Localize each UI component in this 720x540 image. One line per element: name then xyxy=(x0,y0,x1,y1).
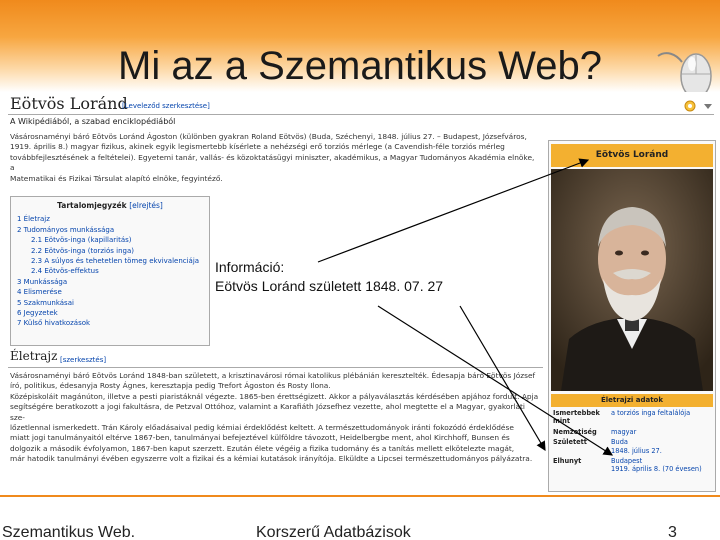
section-line: már hatodik tanulmányi évében egyszerre … xyxy=(10,454,533,464)
section-line: dolgozik a második évfolyamon, 1867-ben … xyxy=(10,443,515,453)
callout-body: Eötvös Loránd született 1848. 07. 27 xyxy=(215,278,444,294)
intro-paragraph: Vásárosnaményi báró Eötvös Loránd Ágosto… xyxy=(10,132,540,184)
infobox: Eötvös Loránd Életrajzi adatok Ismertebb… xyxy=(548,140,716,492)
section-heading: Életrajz xyxy=(10,349,58,363)
section-line: segítségére beratkozott a jogi fakultásr… xyxy=(10,402,525,422)
infobox-key: Nemzetiség xyxy=(553,427,597,436)
section-line: Középiskoláit magánúton, illetve a pesti… xyxy=(10,391,539,401)
infobox-value[interactable]: Budapest 1919. április 8. (70 évesen) xyxy=(611,457,713,476)
footer-left-text: Szemantikus Web. xyxy=(2,524,136,540)
article-title: Eötvös Loránd xyxy=(10,94,128,113)
toc-item[interactable]: 6 Jegyzetek xyxy=(17,308,203,318)
intro-line: továbbfejlesztésének a feltételei). Egye… xyxy=(10,152,535,173)
infobox-key: Ismertebbek mint xyxy=(553,409,600,426)
footer-center-text: Korszerű Adatbázisok xyxy=(256,524,411,540)
infobox-value[interactable]: a torziós inga feltalálója xyxy=(611,409,713,428)
title-divider xyxy=(8,114,714,115)
toc-title: Tartalomjegyzék xyxy=(57,201,127,210)
table-of-contents: Tartalomjegyzék [elrejtés] 1 Életrajz 2 … xyxy=(10,196,210,346)
footer-divider xyxy=(0,495,720,497)
intro-line: Matematikai és Fizikai Társulat alapító … xyxy=(10,173,223,183)
toc-item[interactable]: 7 Külső hivatkozások xyxy=(17,318,203,328)
section-line: író, politikus, édesanyja Rosty Ágnes, k… xyxy=(10,381,331,391)
page-tools-icon[interactable] xyxy=(680,98,716,112)
section-edit-link[interactable]: [szerkesztés] xyxy=(60,356,106,364)
toc-item[interactable]: 4 Elismerése xyxy=(17,287,203,297)
source-line: A Wikipédiából, a szabad enciklopédiából xyxy=(10,117,176,126)
infobox-value[interactable]: Buda 1848. július 27. xyxy=(611,438,713,457)
toc-item[interactable]: 2.1 Eötvös-inga (kapillaritás) xyxy=(17,235,203,245)
infobox-row: Ismertebbek mint a torziós inga feltalál… xyxy=(553,409,713,428)
slide-title: Mi az a Szemantikus Web? xyxy=(118,44,602,88)
toc-item[interactable]: 2.2 Eötvös-inga (torziós inga) xyxy=(17,246,203,256)
slide-number: 3 xyxy=(668,524,677,540)
infobox-row: Elhunyt Budapest 1919. április 8. (70 év… xyxy=(553,457,713,476)
toc-item[interactable]: 2.3 A súlyos és tehetetlen tömeg ekvival… xyxy=(17,256,203,266)
toc-toggle-link[interactable]: [elrejtés] xyxy=(129,201,163,210)
section-line: Vásárosnaményi báró Eötvös Loránd 1848-b… xyxy=(10,371,536,380)
infobox-section-title: Életrajzi adatok xyxy=(551,394,713,407)
toc-item[interactable]: 2.4 Eötvös-effektus xyxy=(17,266,203,276)
section-line: miatt jogi tanulmányaitól eltérve 1867-b… xyxy=(10,433,510,443)
infobox-value[interactable]: magyar xyxy=(611,428,713,438)
portrait-photo xyxy=(551,169,713,391)
section-line: lőzetlennal ismerkedett. Trán Károly elő… xyxy=(10,423,514,433)
infobox-title: Eötvös Loránd xyxy=(551,144,713,167)
infobox-table: Ismertebbek mint a torziós inga feltalál… xyxy=(553,409,713,476)
section-paragraph: Vásárosnaményi báró Eötvös Loránd 1848-b… xyxy=(10,371,540,465)
infobox-row: Született Buda 1848. július 27. xyxy=(553,438,713,457)
callout-label: Információ: xyxy=(215,259,285,275)
intro-line: Vásárosnaményi báró Eötvös Loránd Ágosto… xyxy=(10,132,527,141)
intro-line: 1919. április 8.) magyar fizikus, akinek… xyxy=(10,142,505,152)
toc-item[interactable]: 1 Életrajz xyxy=(17,214,203,224)
infobox-key: Elhunyt xyxy=(553,457,582,466)
toc-item[interactable]: 2 Tudományos munkássága xyxy=(17,225,203,235)
section-divider xyxy=(8,367,543,368)
toc-item[interactable]: 3 Munkássága xyxy=(17,277,203,287)
callout-text: Információ: Eötvös Loránd született 1848… xyxy=(215,258,443,296)
toc-header: Tartalomjegyzék [elrejtés] xyxy=(17,201,203,211)
infobox-row: Nemzetiség magyar xyxy=(553,428,713,438)
toc-item[interactable]: 5 Szakmunkásai xyxy=(17,298,203,308)
edit-link[interactable]: [Leveleződ szerkesztése] xyxy=(122,102,210,110)
infobox-key: Született xyxy=(553,438,587,447)
